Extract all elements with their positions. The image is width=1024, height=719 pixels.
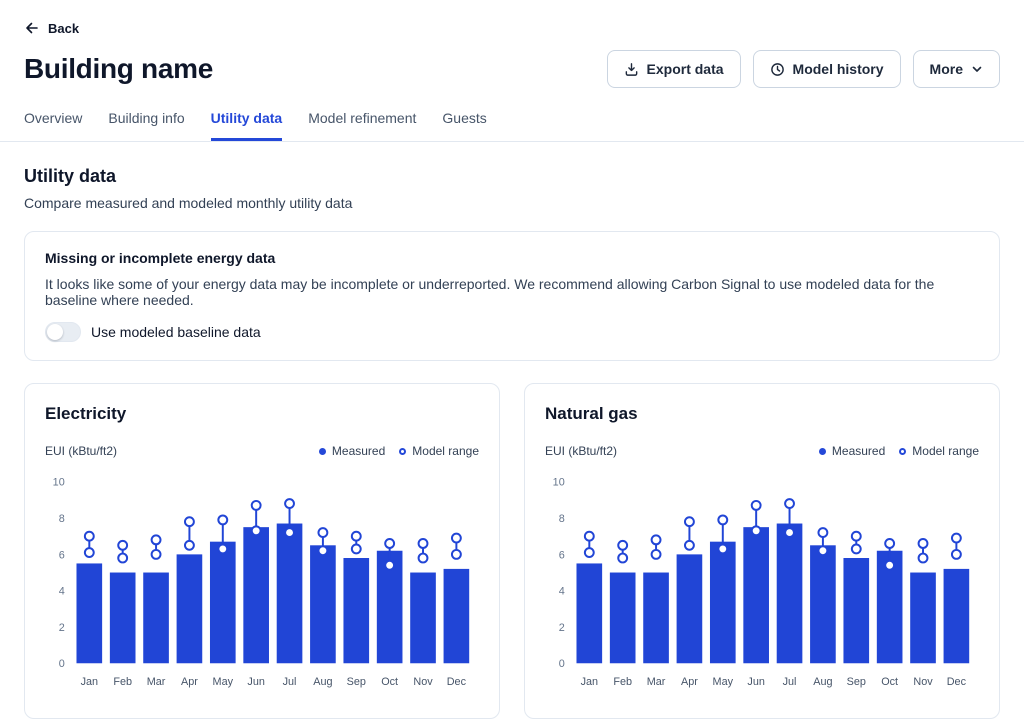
alert-toggle-row: Use modeled baseline data (45, 322, 979, 342)
back-link[interactable]: Back (24, 0, 1000, 36)
svg-text:Jun: Jun (747, 676, 764, 688)
tabs-divider (0, 141, 1024, 142)
back-arrow-icon (24, 20, 40, 36)
legend-measured: Measured (819, 444, 885, 458)
section-head: Utility data Compare measured and modele… (24, 166, 1000, 211)
svg-text:0: 0 (559, 658, 565, 670)
svg-text:8: 8 (59, 513, 65, 525)
tab-building-info[interactable]: Building info (108, 110, 184, 141)
svg-text:Jul: Jul (783, 676, 797, 688)
svg-text:Dec: Dec (447, 676, 467, 688)
section-title: Utility data (24, 166, 1000, 187)
svg-text:10: 10 (53, 477, 65, 489)
tab-model-refinement[interactable]: Model refinement (308, 110, 416, 141)
svg-text:Dec: Dec (947, 676, 967, 688)
clock-icon (770, 62, 785, 77)
use-modeled-baseline-toggle[interactable] (45, 322, 81, 342)
electricity-y-axis-label: EUI (kBtu/ft2) (45, 444, 117, 458)
svg-text:Jul: Jul (283, 676, 297, 688)
natural-gas-chart-card: Natural gas EUI (kBtu/ft2) Measured Mode… (524, 383, 1000, 719)
natural-gas-chart-plot: 0 2 4 6 8 10 Jan Feb Mar Apr May Jun Jul Aug Sep Oct Nov… (545, 466, 979, 708)
legend-measured-label: Measured (832, 444, 885, 458)
model-range-dot-icon (399, 448, 406, 455)
legend-measured: Measured (319, 444, 385, 458)
header-actions: Export data Model history More (607, 50, 1000, 88)
alert-title: Missing or incomplete energy data (45, 250, 979, 266)
more-button[interactable]: More (913, 50, 1000, 88)
electricity-chart-meta: EUI (kBtu/ft2) Measured Model range (45, 444, 479, 458)
svg-text:Mar: Mar (647, 676, 666, 688)
measured-dot-icon (319, 448, 326, 455)
svg-text:Mar: Mar (147, 676, 166, 688)
svg-text:2: 2 (559, 622, 565, 634)
charts-row: Electricity EUI (kBtu/ft2) Measured Mode… (24, 383, 1000, 719)
svg-text:Nov: Nov (913, 676, 933, 688)
chevron-down-icon (971, 63, 983, 75)
alert-body: It looks like some of your energy data m… (45, 276, 979, 308)
model-history-button[interactable]: Model history (753, 50, 901, 88)
svg-text:Jan: Jan (81, 676, 98, 688)
svg-text:Apr: Apr (681, 676, 698, 688)
svg-text:4: 4 (59, 586, 65, 598)
toggle-knob (47, 324, 63, 340)
page: Back Building name Export data (0, 0, 1024, 719)
title-row: Building name Export data (24, 50, 1000, 88)
back-label: Back (48, 21, 79, 36)
measured-dot-icon (819, 448, 826, 455)
natural-gas-chart-meta: EUI (kBtu/ft2) Measured Model range (545, 444, 979, 458)
tab-guests[interactable]: Guests (442, 110, 486, 141)
electricity-chart-card: Electricity EUI (kBtu/ft2) Measured Mode… (24, 383, 500, 719)
svg-text:Apr: Apr (181, 676, 198, 688)
legend-model-range-label: Model range (912, 444, 979, 458)
legend-model-range: Model range (899, 444, 979, 458)
svg-text:Oct: Oct (381, 676, 398, 688)
tab-utility-data[interactable]: Utility data (211, 110, 283, 141)
model-range-dot-icon (899, 448, 906, 455)
svg-text:6: 6 (559, 549, 565, 561)
svg-text:Jan: Jan (581, 676, 598, 688)
download-icon (624, 62, 639, 77)
svg-text:Jun: Jun (247, 676, 264, 688)
svg-text:Feb: Feb (113, 676, 132, 688)
export-data-button[interactable]: Export data (607, 50, 741, 88)
missing-data-alert: Missing or incomplete energy data It loo… (24, 231, 1000, 361)
legend-model-range: Model range (399, 444, 479, 458)
svg-text:0: 0 (59, 658, 65, 670)
model-history-label: Model history (793, 61, 884, 77)
svg-text:Nov: Nov (413, 676, 433, 688)
svg-text:Aug: Aug (813, 676, 832, 688)
svg-text:May: May (713, 676, 734, 688)
svg-text:Sep: Sep (847, 676, 866, 688)
tab-bar: Overview Building info Utility data Mode… (24, 110, 1000, 141)
legend-model-range-label: Model range (412, 444, 479, 458)
tab-overview[interactable]: Overview (24, 110, 82, 141)
legend-measured-label: Measured (332, 444, 385, 458)
svg-text:6: 6 (59, 549, 65, 561)
export-data-label: Export data (647, 61, 724, 77)
svg-text:2: 2 (59, 622, 65, 634)
svg-text:4: 4 (559, 586, 565, 598)
svg-text:8: 8 (559, 513, 565, 525)
electricity-chart-title: Electricity (45, 404, 479, 424)
electricity-chart-plot: 0 2 4 6 8 10 Jan Feb Mar Apr May Jun Jul Aug Sep Oct Nov… (45, 466, 479, 708)
toggle-label: Use modeled baseline data (91, 324, 261, 340)
natural-gas-legend: Measured Model range (819, 444, 979, 458)
svg-text:10: 10 (553, 477, 565, 489)
svg-text:Sep: Sep (347, 676, 366, 688)
svg-text:May: May (213, 676, 234, 688)
svg-text:Aug: Aug (313, 676, 332, 688)
electricity-legend: Measured Model range (319, 444, 479, 458)
natural-gas-chart-title: Natural gas (545, 404, 979, 424)
section-subtitle: Compare measured and modeled monthly uti… (24, 195, 1000, 211)
natural-gas-y-axis-label: EUI (kBtu/ft2) (545, 444, 617, 458)
more-label: More (930, 61, 963, 77)
page-title: Building name (24, 53, 213, 85)
svg-text:Oct: Oct (881, 676, 898, 688)
svg-text:Feb: Feb (613, 676, 632, 688)
